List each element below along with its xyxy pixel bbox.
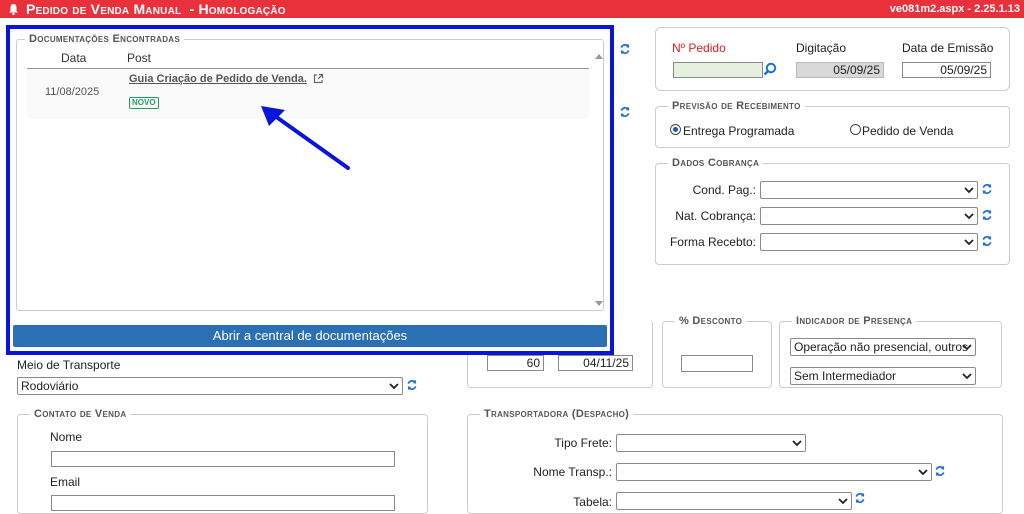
search-icon[interactable]	[763, 62, 777, 76]
pedido-venda-radio[interactable]	[850, 124, 861, 135]
open-docs-center-button[interactable]: Abrir a central de documentações	[13, 325, 607, 347]
contato-legend: Contato de Venda	[30, 408, 131, 420]
bell-icon	[9, 4, 18, 15]
intermediador-select[interactable]: Sem Intermediador	[790, 367, 976, 385]
transportadora-box: Transportadora (Despacho) Tipo Frete: No…	[467, 408, 1003, 514]
doc-post-link[interactable]: Guia Criação de Pedido de Venda.	[129, 73, 307, 85]
chevron-down-icon	[792, 440, 802, 446]
emissao-field[interactable]: 05/09/25	[902, 62, 991, 78]
nome-transp-label: Nome Transp.:	[533, 465, 612, 479]
emissao-label: Data de Emissão	[902, 41, 994, 55]
tabela-select[interactable]	[616, 492, 852, 510]
chevron-down-icon	[962, 373, 972, 379]
scroll-up-icon[interactable]	[594, 52, 604, 60]
meio-transporte-label: Meio de Transporte	[17, 358, 121, 372]
indicador-presenca-box: Indicador de Presença Operação não prese…	[779, 315, 1002, 388]
col-post-header: Post	[127, 51, 152, 65]
digitacao-field: 05/09/25	[796, 62, 884, 78]
pedido-box: Nº Pedido Digitação Data de Emissão 05/0…	[655, 27, 1010, 91]
scroll-down-icon[interactable]	[594, 300, 604, 308]
pedido-number-label: Nº Pedido	[672, 41, 726, 55]
pedido-venda-label[interactable]: Pedido de Venda	[862, 124, 953, 138]
presenca-select[interactable]: Operação não presencial, outros	[790, 338, 976, 356]
forma-recebto-select[interactable]	[760, 233, 978, 251]
cobranca-legend: Dados Cobrança	[668, 157, 764, 169]
meio-transporte-select[interactable]: Rodoviário	[17, 377, 403, 395]
refresh-icon[interactable]	[854, 492, 866, 504]
chevron-down-icon	[964, 187, 974, 193]
arrow-annotation-icon	[261, 106, 350, 170]
transportadora-legend: Transportadora (Despacho)	[480, 408, 634, 420]
doc-date: 11/08/2025	[45, 86, 100, 98]
refresh-icon[interactable]	[981, 183, 993, 195]
previsao-legend: Previsão de Recebimento	[668, 100, 805, 112]
documentation-popup: Documentações Encontradas Data Post 11/0…	[6, 25, 614, 355]
new-badge: NOVO	[129, 97, 159, 109]
chevron-down-icon	[389, 383, 399, 389]
contato-venda-box: Contato de Venda Nome Email	[17, 408, 428, 514]
tipo-frete-label: Tipo Frete:	[554, 436, 612, 450]
prazo-data-field[interactable]: 04/11/25	[558, 355, 633, 371]
nome-input[interactable]	[51, 451, 395, 467]
nome-label: Nome	[50, 430, 83, 444]
version-label: ve081m2.aspx - 2.25.1.13	[889, 3, 1020, 15]
chevron-down-icon	[964, 239, 974, 245]
external-link-icon[interactable]	[313, 73, 324, 84]
presenca-legend: Indicador de Presença	[792, 315, 917, 327]
chevron-down-icon	[918, 469, 928, 475]
refresh-icon[interactable]	[619, 106, 631, 118]
email-input[interactable]	[51, 495, 395, 511]
entrega-programada-radio[interactable]	[670, 124, 681, 135]
tipo-frete-select[interactable]	[616, 434, 806, 452]
pedido-number-input[interactable]	[673, 62, 763, 78]
prazo-dias-field[interactable]: 60	[487, 355, 544, 371]
digitacao-label: Digitação	[796, 41, 847, 55]
refresh-icon[interactable]	[981, 209, 993, 221]
col-data-header: Data	[61, 51, 87, 65]
entrega-programada-label[interactable]: Entrega Programada	[683, 124, 794, 138]
nat-cobranca-select[interactable]	[760, 207, 978, 225]
nat-cobranca-label: Nat. Cobrança:	[675, 209, 756, 223]
chevron-down-icon	[964, 213, 974, 219]
cond-pag-label: Cond. Pag.:	[692, 183, 756, 197]
chevron-down-icon	[962, 344, 972, 350]
nome-transp-select[interactable]	[616, 463, 932, 481]
refresh-icon[interactable]	[934, 465, 946, 477]
chevron-down-icon	[838, 498, 848, 504]
dados-cobranca-box: Dados Cobrança Cond. Pag.: Nat. Cobrança…	[655, 157, 1010, 265]
tabela-label: Tabela:	[573, 495, 612, 509]
refresh-icon[interactable]	[406, 379, 418, 391]
email-label: Email	[50, 475, 81, 489]
forma-recebto-label: Forma Recebto:	[669, 235, 756, 249]
docs-legend: Documentações Encontradas	[25, 33, 185, 45]
desconto-input[interactable]	[681, 355, 753, 372]
refresh-icon[interactable]	[981, 235, 993, 247]
desconto-box: % Desconto	[662, 315, 772, 388]
title-bar: Pedido de Venda Manual - Homologação ve0…	[0, 0, 1024, 18]
cond-pag-select[interactable]	[760, 181, 978, 199]
previsao-recebimento-box: Previsão de Recebimento Entrega Programa…	[655, 100, 1010, 148]
docs-panel: Documentações Encontradas Data Post 11/0…	[16, 33, 604, 311]
page-title: Pedido de Venda Manual - Homologação	[26, 1, 286, 17]
refresh-icon[interactable]	[619, 43, 631, 55]
desconto-legend: % Desconto	[675, 315, 747, 327]
